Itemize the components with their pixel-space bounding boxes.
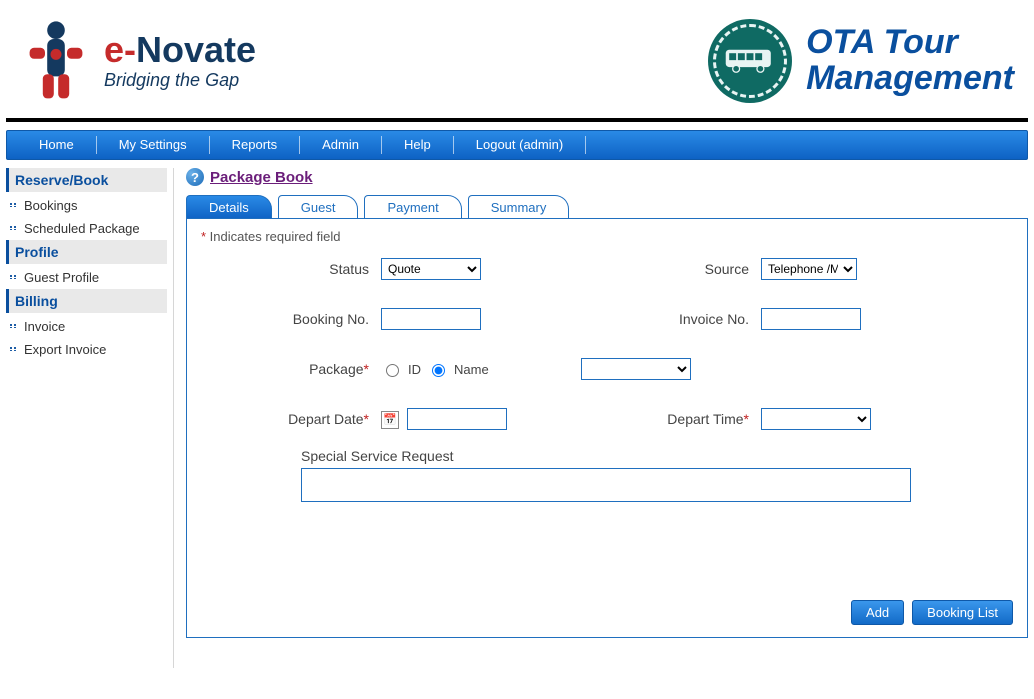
package-select[interactable] [581, 358, 691, 380]
package-by-id-radio[interactable] [386, 364, 399, 377]
sidebar-item-invoice[interactable]: Invoice [6, 315, 167, 338]
nav-logout[interactable]: Logout (admin) [454, 131, 585, 159]
nav-admin[interactable]: Admin [300, 131, 381, 159]
label-source: Source [601, 261, 761, 277]
nav-home[interactable]: Home [17, 131, 96, 159]
label-id: ID [408, 362, 421, 377]
details-panel: * Indicates required field Status Quote … [186, 218, 1028, 638]
depart-time-select[interactable] [761, 408, 871, 430]
label-status: Status [201, 261, 381, 277]
tabs: Details Guest Payment Summary [186, 194, 1028, 218]
brand-prefix: e- [104, 29, 136, 70]
page-title: Package Book [210, 169, 313, 186]
nav-reports[interactable]: Reports [210, 131, 300, 159]
label-depart-time: Depart Time* [601, 411, 761, 427]
header: e-Novate Bridging the Gap OTA Tour Manag… [0, 0, 1034, 118]
main-nav: Home My Settings Reports Admin Help Logo… [6, 130, 1028, 160]
tab-guest[interactable]: Guest [278, 195, 359, 219]
label-depart-date: Depart Date* [201, 411, 381, 427]
app-name: OTA Tour Management [806, 25, 1014, 96]
package-by-name-radio[interactable] [432, 364, 445, 377]
label-name: Name [454, 362, 489, 377]
tab-details[interactable]: Details [186, 195, 272, 219]
label-booking-no: Booking No. [201, 311, 381, 327]
brand-logo: e-Novate Bridging the Gap [20, 17, 256, 105]
sidebar-section-profile: Profile [6, 240, 167, 264]
puzzle-person-icon [20, 17, 92, 105]
required-note: * Indicates required field [201, 229, 1013, 244]
add-button[interactable]: Add [851, 600, 904, 625]
nav-my-settings[interactable]: My Settings [97, 131, 209, 159]
tab-payment[interactable]: Payment [364, 195, 461, 219]
booking-list-button[interactable]: Booking List [912, 600, 1013, 625]
tab-summary[interactable]: Summary [468, 195, 570, 219]
brand-tagline: Bridging the Gap [104, 70, 256, 91]
label-ssr: Special Service Request [301, 448, 1013, 464]
app-name-block: OTA Tour Management [708, 19, 1014, 103]
sidebar-item-bookings[interactable]: Bookings [6, 194, 167, 217]
brand-text: e-Novate Bridging the Gap [104, 32, 256, 91]
invoice-no-input[interactable] [761, 308, 861, 330]
main-content: ? Package Book Details Guest Payment Sum… [186, 168, 1028, 668]
depart-date-input[interactable] [407, 408, 507, 430]
label-invoice-no: Invoice No. [601, 311, 761, 327]
nav-help[interactable]: Help [382, 131, 453, 159]
sidebar-item-scheduled-package[interactable]: Scheduled Package [6, 217, 167, 240]
calendar-icon[interactable] [381, 411, 399, 429]
brand-word: Novate [136, 29, 256, 70]
sidebar-item-export-invoice[interactable]: Export Invoice [6, 338, 167, 361]
help-icon[interactable]: ? [186, 168, 204, 186]
sidebar-item-guest-profile[interactable]: Guest Profile [6, 266, 167, 289]
bus-badge-icon [708, 19, 792, 103]
label-package: Package* [201, 361, 381, 377]
booking-no-input[interactable] [381, 308, 481, 330]
sidebar-section-billing: Billing [6, 289, 167, 313]
source-select[interactable]: Telephone /Mob [761, 258, 857, 280]
sidebar: Reserve/Book Bookings Scheduled Package … [6, 168, 174, 668]
sidebar-section-reserve-book: Reserve/Book [6, 168, 167, 192]
header-divider [6, 118, 1028, 122]
ssr-input[interactable] [301, 468, 911, 502]
status-select[interactable]: Quote [381, 258, 481, 280]
